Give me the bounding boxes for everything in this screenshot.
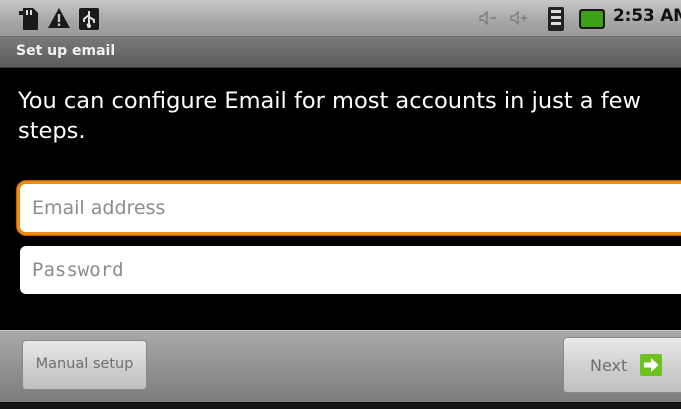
volume-icon	[479, 11, 496, 25]
volume-icon	[510, 11, 527, 25]
setup-instructions: You can configure Email for most account…	[18, 88, 641, 144]
password-field[interactable]	[20, 246, 681, 294]
arrow-right-icon	[640, 354, 662, 376]
email-address-field[interactable]	[20, 184, 681, 232]
warning-icon	[48, 8, 70, 28]
manual-setup-label: Manual setup	[35, 356, 134, 372]
phone-signal-icon	[548, 7, 564, 31]
usb-icon	[79, 8, 99, 30]
sd-card-icon	[19, 8, 38, 30]
manual-setup-button[interactable]: Manual setup	[22, 340, 147, 390]
next-button[interactable]: Next	[563, 337, 681, 393]
clock: 2:53 AM	[613, 6, 681, 26]
bottom-strip	[0, 402, 681, 409]
next-label: Next	[590, 356, 628, 375]
battery-icon	[579, 9, 605, 29]
status-bar: 2:53 AM	[0, 0, 681, 37]
page-title: Set up email	[16, 43, 116, 59]
title-bar: Set up email	[0, 37, 681, 68]
